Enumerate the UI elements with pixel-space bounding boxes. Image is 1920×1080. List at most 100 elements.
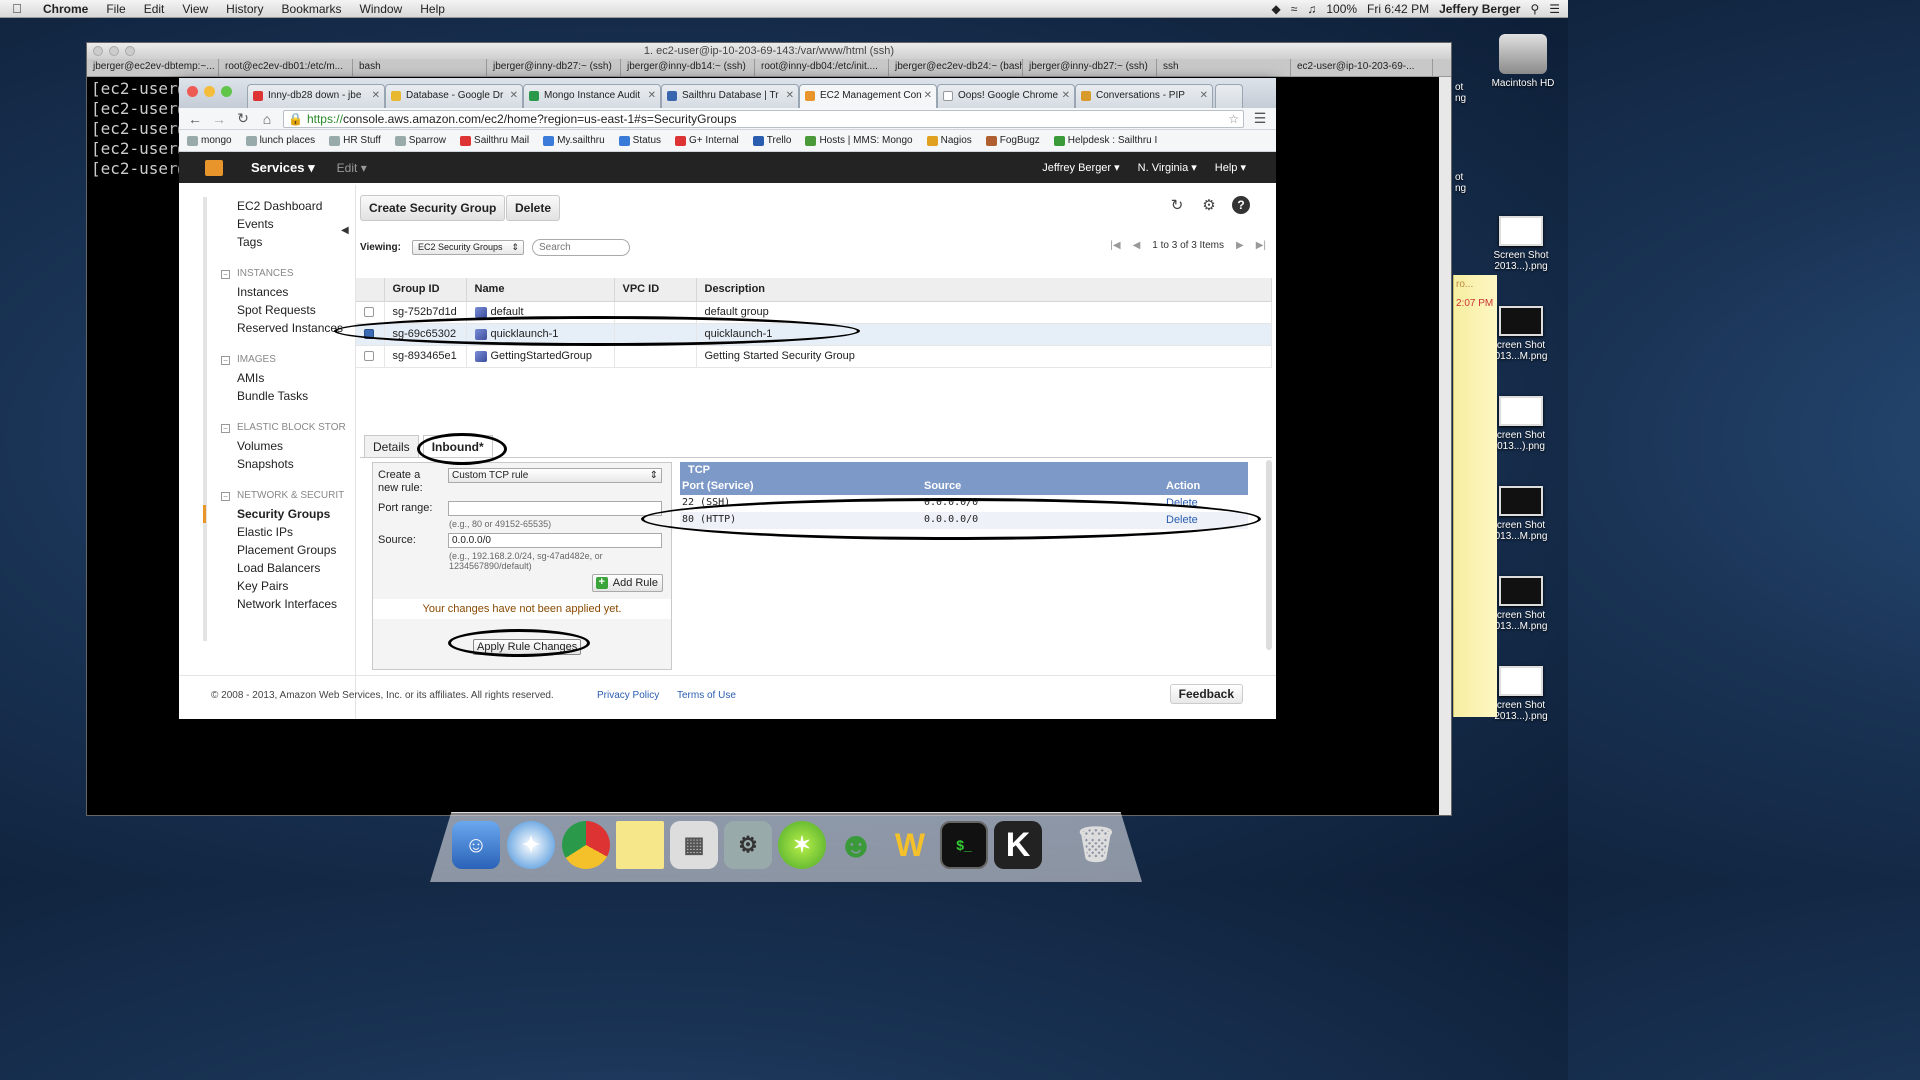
close-tab-icon[interactable]: ✕ [510, 85, 518, 107]
cyberduck-icon[interactable]: W [886, 821, 934, 869]
bookmark-star-icon[interactable]: ☆ [1228, 112, 1239, 126]
new-tab-button[interactable] [1215, 84, 1243, 108]
nav-key-pairs[interactable]: Key Pairs [207, 577, 351, 595]
zoom-icon[interactable] [125, 46, 135, 56]
nav-elastic-ips[interactable]: Elastic IPs [207, 523, 351, 541]
region-menu[interactable]: N. Virginia ▾ [1138, 161, 1197, 174]
table-row[interactable]: sg-752b7d1d default default group [356, 301, 1272, 324]
menu-window[interactable]: Window [351, 2, 412, 16]
nav-section-images[interactable]: − IMAGES [207, 351, 351, 369]
refresh-icon[interactable]: ↻ [1168, 196, 1186, 214]
edit-menu[interactable]: Edit ▾ [337, 161, 367, 175]
bookmark-item[interactable]: My.sailthru [543, 135, 605, 146]
close-tab-icon[interactable]: ✕ [648, 85, 656, 107]
apply-rule-changes-button[interactable]: Apply Rule Changes [473, 639, 582, 655]
terms-of-use-link[interactable]: Terms of Use [677, 690, 736, 701]
nav-instances[interactable]: Instances [207, 283, 351, 301]
nav-tags[interactable]: Tags [207, 233, 351, 251]
bookmark-item[interactable]: Trello [752, 135, 791, 146]
nav-amis[interactable]: AMIs [207, 369, 351, 387]
close-tab-icon[interactable]: ✕ [372, 85, 380, 107]
terminal-tab[interactable]: root@ec2ev-db01:/etc/m... [219, 59, 353, 76]
collapse-sidebar-icon[interactable]: ◀ [341, 225, 349, 236]
stickies-icon[interactable] [616, 821, 664, 869]
services-menu[interactable]: Services ▾ [251, 160, 315, 176]
nav-security-groups[interactable]: Security Groups [203, 505, 351, 523]
close-icon[interactable] [187, 86, 198, 97]
tab-details[interactable]: Details [364, 435, 419, 457]
rule-type-select[interactable]: Custom TCP rule ⇕ [448, 468, 662, 483]
desktop-icon-hd[interactable]: Macintosh HD [1488, 34, 1558, 89]
details-scrollbar[interactable] [1266, 460, 1272, 650]
collapse-icon[interactable]: − [221, 492, 230, 501]
aws-logo-icon[interactable] [205, 159, 223, 176]
terminal-tab[interactable]: jberger@inny-db14:~ (ssh) [621, 59, 755, 76]
nav-snapshots[interactable]: Snapshots [207, 455, 351, 473]
nav-placement-groups[interactable]: Placement Groups [207, 541, 351, 559]
browser-tab[interactable]: Database - Google Dr ✕ [385, 84, 523, 108]
nav-ec2-dashboard[interactable]: EC2 Dashboard [207, 197, 351, 215]
browser-tab[interactable]: Oops! Google Chrome ✕ [937, 84, 1075, 108]
desktop-icon-screenshot[interactable]: Screen Shot 2013...).png [1486, 216, 1556, 272]
menu-app[interactable]: Chrome [34, 2, 97, 16]
row-checkbox[interactable] [364, 351, 374, 362]
volume-icon[interactable]: ♫ [1307, 2, 1316, 16]
nav-section-network[interactable]: − NETWORK & SECURIT [207, 487, 351, 505]
close-tab-icon[interactable]: ✕ [924, 85, 932, 107]
sticky-note[interactable]: ro... 2:07 PM [1453, 275, 1497, 717]
row-checkbox-cell[interactable] [356, 345, 385, 368]
trash-icon[interactable]: 🗑 [1072, 821, 1120, 869]
adium-icon[interactable]: ☻ [832, 821, 880, 869]
bookmark-item[interactable]: G+ Internal [675, 135, 739, 146]
bookmark-item[interactable]: Nagios [926, 135, 972, 146]
nav-section-ebs[interactable]: − ELASTIC BLOCK STOR [207, 419, 351, 437]
first-page-icon[interactable]: |◀ [1110, 240, 1120, 251]
terminal-scrollbar[interactable] [1439, 77, 1451, 815]
menu-file[interactable]: File [97, 2, 134, 16]
add-rule-button[interactable]: + Add Rule [591, 574, 663, 592]
browser-tab-active[interactable]: EC2 Management Con ✕ [799, 84, 937, 108]
terminal-tab[interactable]: ssh [1157, 59, 1291, 76]
close-tab-icon[interactable]: ✕ [1062, 85, 1070, 107]
nav-events[interactable]: Events [207, 215, 351, 233]
previous-page-icon[interactable]: ◀ [1133, 240, 1141, 251]
port-range-input[interactable] [448, 501, 662, 516]
browser-tab[interactable]: Mongo Instance Audit ✕ [523, 84, 661, 108]
feedback-button[interactable]: Feedback [1169, 684, 1243, 704]
next-page-icon[interactable]: ▶ [1236, 240, 1244, 251]
nav-load-balancers[interactable]: Load Balancers [207, 559, 351, 577]
notifications-icon[interactable]: ☰ [1549, 2, 1560, 16]
wifi-icon[interactable]: ≈ [1291, 2, 1298, 16]
last-page-icon[interactable]: ▶| [1256, 240, 1266, 251]
row-checkbox[interactable] [364, 307, 374, 318]
home-icon[interactable]: ⌂ [259, 111, 275, 127]
nav-section-instances[interactable]: − INSTANCES [207, 265, 351, 283]
nav-volumes[interactable]: Volumes [207, 437, 351, 455]
terminal-tab[interactable]: jberger@inny-db27:~ (ssh) [1023, 59, 1157, 76]
row-checkbox-cell[interactable] [356, 301, 385, 324]
calculator-icon[interactable]: ▦ [670, 821, 718, 869]
bookmark-item[interactable]: FogBugz [985, 135, 1040, 146]
minimize-icon[interactable] [109, 46, 119, 56]
spotlight-icon[interactable]: ⚲ [1530, 2, 1539, 16]
apple-icon[interactable]:  [0, 1, 34, 16]
browser-tab[interactable]: Conversations - PIP ✕ [1075, 84, 1213, 108]
safari-icon[interactable]: ✦ [507, 821, 555, 869]
dropbox-icon[interactable]: ◆ [1272, 2, 1281, 16]
reload-icon[interactable]: ↻ [235, 110, 251, 127]
terminal-tab[interactable]: root@inny-db04:/etc/init.... [755, 59, 889, 76]
delete-rule-link[interactable]: Delete [1166, 497, 1198, 509]
nav-spot-requests[interactable]: Spot Requests [207, 301, 351, 319]
column-header-group-id[interactable]: Group ID [384, 278, 467, 302]
bookmark-item[interactable]: Hosts | MMS: Mongo [805, 135, 913, 146]
zoom-icon[interactable] [221, 86, 232, 97]
address-bar[interactable]: 🔒 https:// console.aws.amazon.com/ec2/ho… [283, 109, 1244, 128]
row-checkbox-checked[interactable] [364, 329, 374, 340]
chrome-icon[interactable] [562, 821, 610, 869]
clock[interactable]: Fri 6:42 PM [1367, 2, 1429, 16]
viewing-select[interactable]: EC2 Security Groups ⇕ [412, 240, 524, 255]
bookmark-item[interactable]: Helpdesk : Sailthru I [1053, 135, 1157, 146]
chrome-menu-icon[interactable]: ☰ [1252, 110, 1268, 127]
nav-network-interfaces[interactable]: Network Interfaces [207, 595, 351, 613]
tab-inbound[interactable]: Inbound* [422, 435, 493, 457]
